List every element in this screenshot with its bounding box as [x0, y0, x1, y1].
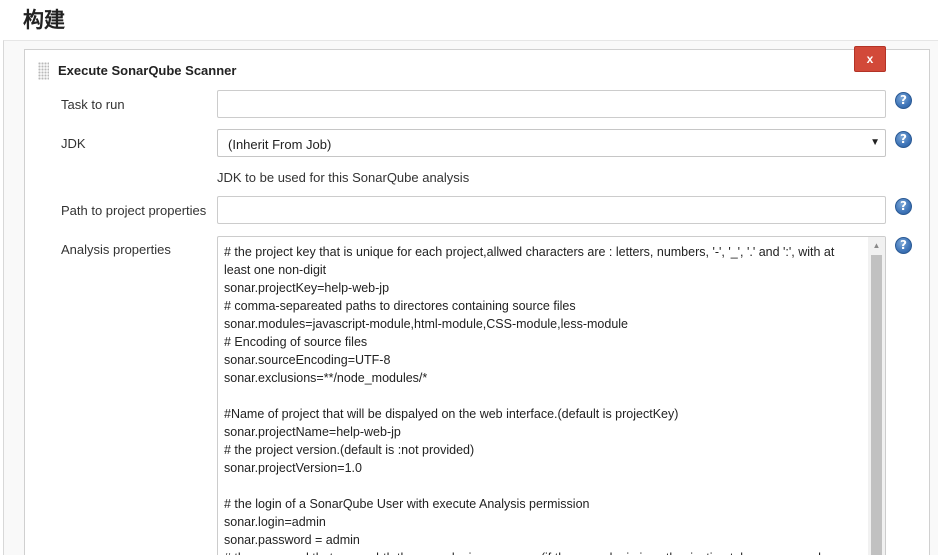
project-properties-path-help-icon[interactable]: ? — [895, 198, 912, 215]
task-to-run-label: Task to run — [61, 97, 125, 112]
analysis-properties-line: # the login of a SonarQube User with exe… — [224, 497, 590, 511]
analysis-properties-line: #Name of project that will be dispalyed … — [224, 407, 679, 421]
analysis-properties-line: # the project key that is unique for eac… — [224, 245, 835, 259]
scrollbar-thumb[interactable] — [871, 255, 882, 555]
jdk-label: JDK — [61, 136, 86, 151]
analysis-properties-content: # the project key that is unique for eac… — [224, 243, 866, 555]
scroll-up-arrow-icon[interactable]: ▲ — [868, 237, 885, 254]
chevron-down-icon: ▼ — [870, 137, 880, 148]
project-properties-path-input[interactable] — [217, 196, 886, 224]
task-to-run-input[interactable] — [217, 90, 886, 118]
analysis-properties-line: least one non-digit — [224, 263, 327, 277]
analysis-properties-line: sonar.modules=javascript-module,html-mod… — [224, 317, 628, 331]
textarea-scrollbar[interactable]: ▲ — [868, 237, 885, 555]
analysis-properties-line: sonar.projectVersion=1.0 — [224, 461, 362, 475]
analysis-properties-line: sonar.login=admin — [224, 515, 326, 529]
analysis-properties-line: # Encoding of source files — [224, 335, 368, 349]
step-title: Execute SonarQube Scanner — [58, 63, 237, 78]
analysis-properties-help-icon[interactable]: ? — [895, 237, 912, 254]
analysis-properties-line: sonar.projectName=help-web-jp — [224, 425, 401, 439]
jdk-help-text: JDK to be used for this SonarQube analys… — [217, 170, 470, 185]
analysis-properties-line: sonar.projectKey=help-web-jp — [224, 281, 390, 295]
jdk-select[interactable]: (Inherit From Job) ▼ — [217, 129, 886, 157]
analysis-properties-line: sonar.exclusions=**/node_modules/* — [224, 371, 428, 385]
analysis-properties-line: # the password that goes whth the sonar.… — [224, 549, 866, 555]
section-title: 构建 — [23, 8, 65, 32]
jdk-selected-value: (Inherit From Job) — [228, 137, 332, 152]
drag-handle-icon[interactable] — [38, 62, 49, 80]
task-to-run-help-icon[interactable]: ? — [895, 92, 912, 109]
analysis-properties-label: Analysis properties — [61, 242, 171, 257]
delete-step-button[interactable]: x — [854, 46, 886, 72]
analysis-properties-line — [224, 387, 866, 405]
project-properties-path-label: Path to project properties — [61, 203, 207, 218]
analysis-properties-line: # the project version.(default is :not p… — [224, 443, 475, 457]
analysis-properties-line: # comma-separeated paths to directores c… — [224, 299, 576, 313]
analysis-properties-textarea[interactable]: # the project key that is unique for eac… — [217, 236, 886, 555]
analysis-properties-line: sonar.password = admin — [224, 533, 360, 547]
analysis-properties-line — [224, 477, 866, 495]
analysis-properties-line: sonar.sourceEncoding=UTF-8 — [224, 353, 391, 367]
jdk-help-icon[interactable]: ? — [895, 131, 912, 148]
